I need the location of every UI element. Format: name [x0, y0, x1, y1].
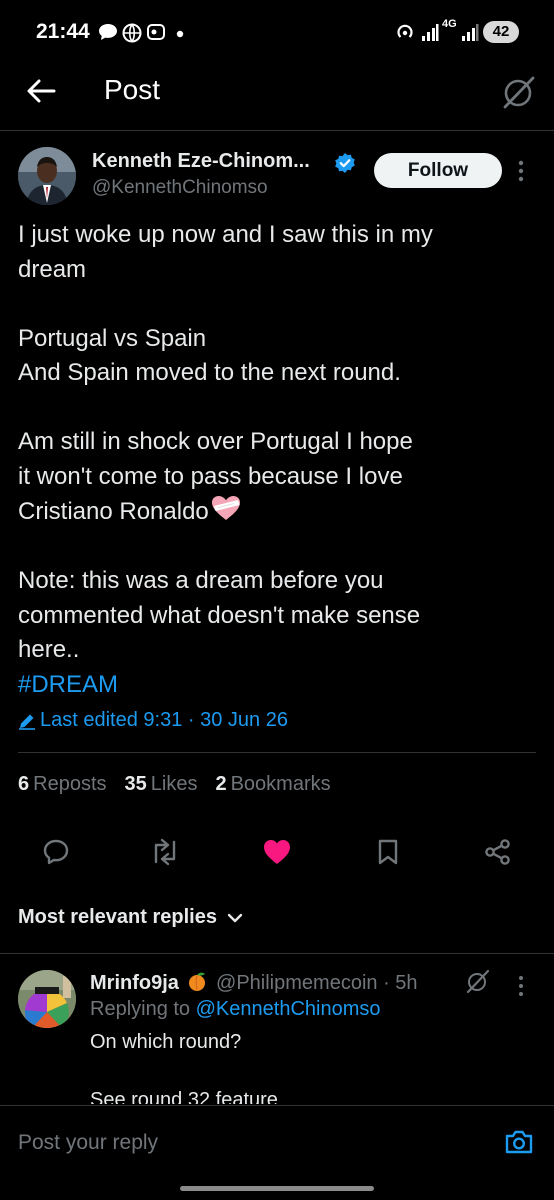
author-avatar[interactable]	[18, 147, 76, 205]
reply-input[interactable]: Post your reply	[18, 1131, 158, 1155]
status-time: 21:44	[36, 20, 90, 43]
replies-sort-label: Most relevant replies	[18, 906, 217, 928]
verified-badge-icon	[334, 152, 356, 174]
repost-icon[interactable]	[148, 838, 182, 866]
globe-icon	[121, 22, 143, 44]
post-blank-line	[18, 391, 538, 426]
like-heart-icon[interactable]	[262, 838, 292, 866]
likes-label: Likes	[150, 773, 198, 795]
reply-author-name[interactable]: Mrinfo9ja	[90, 972, 179, 994]
battery-indicator: 42	[483, 21, 519, 43]
more-options-icon[interactable]	[517, 975, 525, 997]
post-line: And Spain moved to the next round.	[18, 359, 401, 386]
peach-emoji-icon	[186, 970, 208, 992]
post-line: dream	[18, 255, 87, 283]
post-line: Note: this was a dream before you	[18, 567, 384, 594]
divider	[0, 1105, 554, 1106]
author-name[interactable]: Kenneth Eze-Chinom...	[92, 150, 310, 173]
likes-count: 35	[124, 773, 147, 795]
home-indicator[interactable]	[180, 1186, 374, 1191]
divider	[18, 752, 536, 753]
reply-icon[interactable]	[42, 838, 70, 866]
grok-icon[interactable]	[500, 74, 538, 110]
likes-stat[interactable]: 35 Likes	[125, 773, 198, 796]
network-type: 4G	[442, 18, 457, 30]
pencil-icon	[18, 712, 36, 730]
bookmarks-count: 2	[215, 773, 227, 795]
camera-icon[interactable]	[504, 1128, 534, 1156]
reply-meta: Mrinfo9ja @Philipmemecoin · 5h	[90, 970, 418, 995]
edit-info-text: Last edited 9:31 · 30 Jun 26	[40, 709, 288, 731]
post-body: I just woke up now and I saw this in my …	[18, 218, 538, 702]
grok-icon[interactable]	[465, 968, 491, 994]
bookmarks-stat[interactable]: 2 Bookmarks	[215, 773, 330, 796]
page-title: Post	[104, 74, 161, 105]
edit-history-link[interactable]: Last edited 9:31 · 30 Jun 26	[18, 709, 288, 732]
post-blank-line	[18, 287, 538, 322]
post-line: I just woke up now and I saw this in my	[18, 221, 433, 248]
post-line-with-emoji: Cristiano Ronaldo	[18, 494, 538, 530]
media-icon	[146, 22, 166, 42]
replying-to-prefix: Replying to	[90, 998, 191, 1020]
post-line: Portugal vs Spain	[18, 324, 207, 352]
post-blank-line	[18, 530, 538, 565]
reply-avatar[interactable]	[18, 970, 76, 1028]
more-options-icon[interactable]	[517, 159, 525, 183]
hotspot-icon	[395, 22, 415, 42]
chevron-down-icon	[227, 912, 243, 924]
replies-sort-dropdown[interactable]: Most relevant replies	[18, 906, 243, 929]
replying-to-mention[interactable]: @KennethChinomso	[196, 998, 381, 1020]
bandaged-heart-emoji-icon	[210, 494, 242, 522]
reply-time: · 5h	[383, 972, 418, 994]
bookmark-icon[interactable]	[376, 838, 400, 866]
bookmarks-label: Bookmarks	[230, 773, 331, 795]
post-line: commented what doesn't make sense	[18, 601, 421, 629]
status-bar: 21:44 4G 42	[0, 0, 554, 64]
post-line: Am still in shock over Portugal I hope	[18, 428, 413, 455]
chat-bubble-icon	[97, 22, 119, 42]
follow-button[interactable]: Follow	[374, 153, 502, 188]
reposts-stat[interactable]: 6 Reposts	[18, 773, 107, 796]
reposts-label: Reposts	[33, 773, 107, 795]
post-line: it won't come to pass because I love	[18, 462, 403, 490]
reply-text: On which round?	[90, 1031, 242, 1053]
reply-author-handle[interactable]: @Philipmemecoin	[216, 972, 377, 994]
signal-icon-1	[421, 22, 439, 42]
dot-icon	[176, 30, 184, 38]
header-divider	[0, 130, 554, 131]
signal-icon-2	[461, 22, 479, 42]
post-stats: 6 Reposts 35 Likes 2 Bookmarks	[18, 773, 331, 796]
author-handle[interactable]: @KennethChinomso	[92, 177, 268, 199]
hashtag-link[interactable]: #DREAM	[18, 668, 538, 703]
post-line-text: Cristiano Ronaldo	[18, 498, 209, 525]
divider	[0, 953, 554, 954]
reposts-count: 6	[18, 773, 30, 795]
post-line: here..	[18, 636, 80, 663]
back-arrow-icon[interactable]	[24, 76, 58, 106]
replying-to: Replying to @KennethChinomso	[90, 998, 380, 1021]
share-icon[interactable]	[484, 838, 512, 866]
